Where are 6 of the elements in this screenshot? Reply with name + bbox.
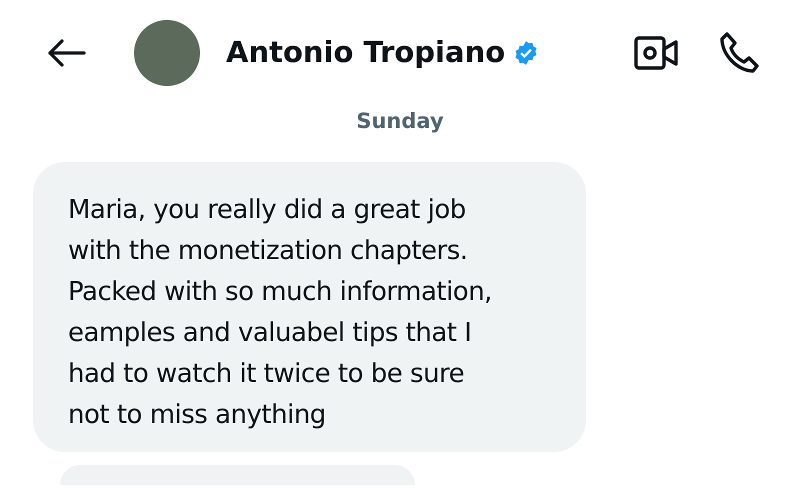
phone-icon[interactable] [718, 31, 760, 75]
video-call-icon[interactable] [634, 36, 678, 70]
back-icon[interactable] [46, 38, 86, 68]
day-label: Sunday [356, 109, 444, 133]
contact-name: Antonio Tropiano [226, 34, 506, 72]
message-bubble: Maria, you really did a great job with the monetization chapters. Packed with so much information, eamples and valuabel tips that I had to watch it twice to be sure not to miss anything [33, 162, 586, 452]
